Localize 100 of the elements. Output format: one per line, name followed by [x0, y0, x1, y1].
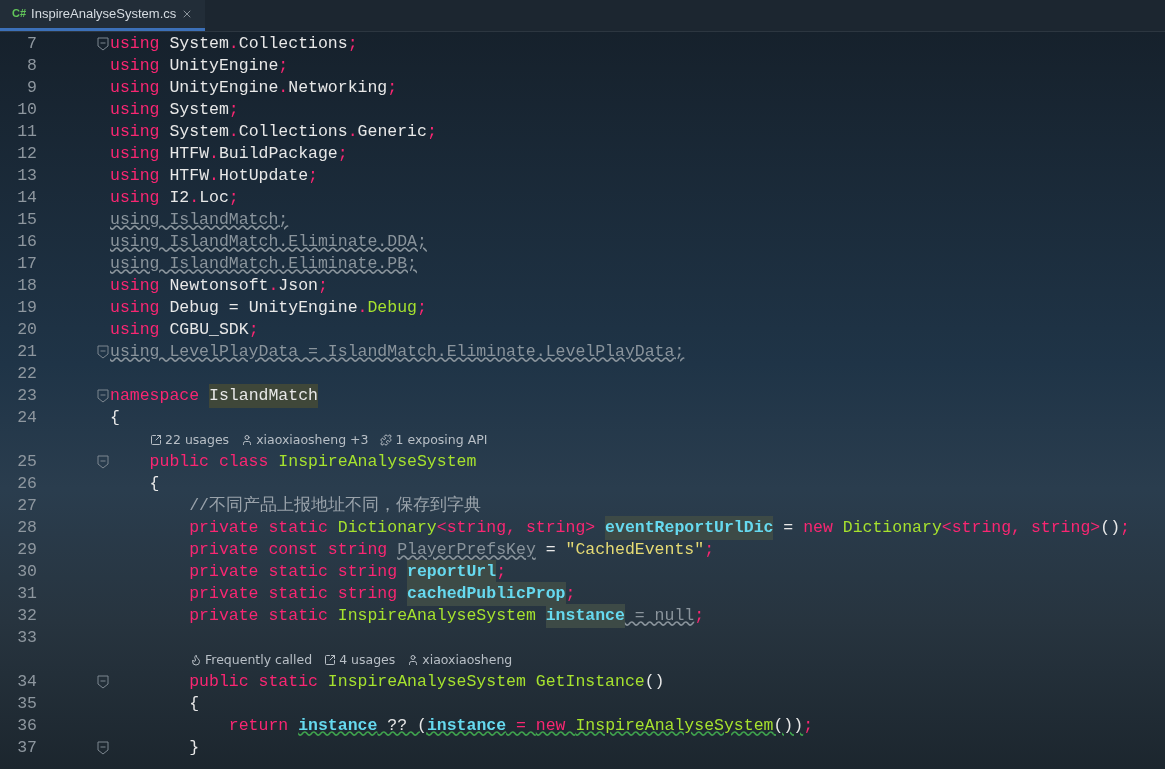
flame-icon	[190, 654, 202, 666]
code-token: Networking	[288, 76, 388, 99]
code-token: PlayerPrefsKey	[397, 538, 536, 561]
inlay-hint[interactable]: 1 exposing API	[380, 430, 488, 450]
code-token: ;	[387, 76, 398, 99]
code-token: using LevelPlayData = IslandMatch.Eliminate.LevelPlayData;	[110, 340, 685, 363]
code-token: {	[110, 406, 120, 429]
line-number: 20	[16, 318, 37, 341]
person-icon	[241, 434, 254, 446]
code-token: HTFW	[169, 164, 210, 187]
code-token: using IslandMatch.Eliminate.PB;	[110, 252, 417, 275]
line-number: 34	[16, 670, 37, 693]
code-token: ;	[426, 120, 437, 143]
line-number: 24	[16, 406, 37, 429]
line-number: 12	[16, 142, 37, 165]
code-token: return	[227, 714, 290, 737]
code-token: ()	[1100, 516, 1121, 539]
line-number: 13	[16, 164, 37, 187]
code-token: private static string	[188, 560, 399, 583]
code-token: InspireAnalyseSystem GetInstance	[327, 670, 645, 693]
fold-marker-icon[interactable]	[96, 389, 109, 403]
code-token: IslandMatch	[209, 383, 318, 409]
code-token: .	[209, 164, 219, 187]
code-token: eventReportUrlDic	[605, 515, 774, 541]
code-token: ;	[1120, 516, 1130, 539]
code-token: Dictionary	[337, 516, 437, 539]
code-token: .	[347, 120, 358, 143]
line-number: 18	[16, 274, 37, 297]
tab-title: InspireAnalyseSystem.cs	[31, 4, 177, 23]
line-number: 29	[16, 538, 37, 561]
code-token: using	[110, 186, 161, 209]
code-token: using	[110, 164, 161, 187]
code-token: Collections	[238, 32, 348, 55]
line-number: 10	[16, 98, 37, 121]
fold-marker-icon[interactable]	[96, 455, 109, 469]
line-number: 31	[16, 582, 37, 605]
code-token: ;	[317, 274, 328, 297]
code-token: .	[278, 76, 289, 99]
fold-marker-icon[interactable]	[96, 741, 109, 755]
inlay-hint[interactable]: 4 usages	[324, 650, 396, 670]
csharp-file-icon: C#	[12, 5, 27, 22]
code-token: public static	[188, 670, 319, 693]
line-number: 11	[16, 120, 37, 143]
code-token: Loc	[199, 186, 229, 209]
code-token: UnityEngine	[169, 54, 279, 77]
file-tab[interactable]: C# InspireAnalyseSystem.cs	[0, 0, 206, 31]
code-token: ;	[337, 142, 348, 165]
inlay-hint[interactable]: 22 usages	[150, 430, 230, 450]
code-token: reportUrl	[407, 559, 497, 585]
code-token: Generic	[357, 120, 427, 143]
code-token: HTFW	[169, 142, 210, 165]
code-token: ;	[417, 296, 427, 319]
line-number: 21	[16, 340, 37, 363]
code-token: ;	[704, 538, 715, 561]
code-token: Debug	[367, 296, 417, 319]
code-token: {	[148, 472, 160, 495]
fold-marker-icon[interactable]	[96, 37, 109, 51]
code-token: private static string	[188, 582, 399, 605]
code-token: using	[110, 296, 161, 319]
code-token: = null	[633, 604, 695, 627]
code-token: .	[189, 186, 200, 209]
code-token: instance	[426, 714, 507, 737]
line-number: 14	[16, 186, 37, 209]
line-number: 23	[16, 384, 37, 407]
code-token: ?? (	[386, 714, 427, 737]
inlay-hint[interactable]: xiaoxiaosheng +3	[241, 430, 369, 450]
code-token: ())	[773, 714, 804, 737]
code-token: .	[228, 120, 239, 143]
code-token: System	[169, 120, 229, 143]
code-token: }	[188, 736, 200, 759]
code-token: using	[110, 32, 161, 55]
inlay-hint[interactable]: Frequently called	[190, 650, 313, 670]
code-token: using IslandMatch;	[110, 208, 289, 231]
line-number: 7	[26, 32, 37, 55]
line-number: 37	[16, 736, 37, 759]
code-token: Debug = UnityEngine	[169, 296, 358, 319]
fold-marker-icon[interactable]	[96, 675, 109, 689]
line-number: 8	[26, 54, 37, 77]
code-token: HotUpdate	[218, 164, 309, 187]
line-number: 28	[16, 516, 37, 539]
line-number: 16	[16, 230, 37, 253]
code-token: instance	[298, 714, 378, 737]
code-token: System	[169, 32, 229, 55]
code-token: .	[209, 142, 219, 165]
line-number: 17	[16, 252, 37, 275]
code-token: I2	[169, 186, 190, 209]
code-token: //不同产品上报地址不同，保存到字典	[188, 494, 482, 517]
code-token: ;	[496, 560, 507, 583]
code-token: instance	[545, 603, 625, 629]
code-token: InspireAnalyseSystem	[278, 450, 477, 473]
code-token: private static	[188, 604, 329, 627]
arrow-out-icon	[150, 434, 162, 446]
code-token: using	[110, 54, 161, 77]
inlay-hint[interactable]: xiaoxiaosheng	[407, 650, 513, 670]
puzzle-icon	[380, 434, 393, 446]
fold-marker-icon[interactable]	[96, 345, 109, 359]
code-token: "CachedEvents"	[565, 538, 705, 561]
code-token: ;	[228, 186, 239, 209]
code-token: using	[110, 76, 161, 99]
line-number: 19	[16, 296, 37, 319]
